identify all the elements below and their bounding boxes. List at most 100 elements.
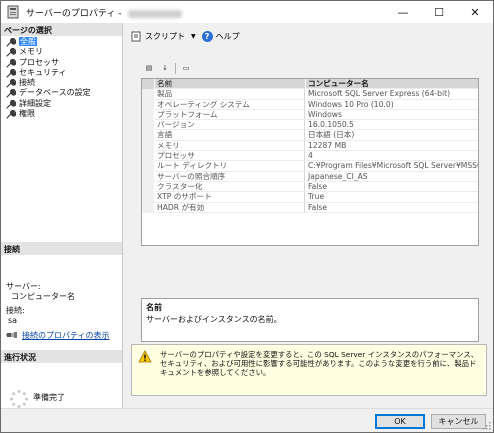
sidebar-page-item[interactable]: セキュリティ [5,68,121,78]
warning-text: サーバーのプロパティや設定を変更すると、この SQL Server インスタンス… [160,350,479,378]
property-row[interactable]: クラスター化 False [142,181,478,193]
row-gutter [142,161,154,172]
toolbar-separator [175,63,176,74]
help-button[interactable]: ヘルプ [216,31,240,42]
sidebar-page-item[interactable]: プロセッサ [5,58,121,68]
grid-header-row: 名前 コンピューター名 [142,79,478,90]
server-value: コンピューター名 [11,292,75,301]
property-row[interactable]: 言語 日本語 (日本) [142,130,478,141]
wrench-icon [6,58,16,68]
sidebar-page-label: データベースの設定 [19,88,91,98]
description-body: サーバーおよびインスタンスの名前。 [146,315,282,324]
property-name: XTP のサポート [155,192,305,203]
property-row[interactable]: ルート ディレクトリ C:¥Program Files¥Microsoft SQL… [142,161,479,172]
ok-button[interactable]: OK [375,414,425,429]
main-panel: スクリプト ▼ ? ヘルプ ▤ ↓ ▭ 名前 コンピューター名 製品 Micros… [123,23,493,408]
row-gutter [142,120,154,131]
maximize-button[interactable]: ☐ [421,1,457,23]
server-label: サーバー: [6,282,41,291]
redacted-server-name [128,9,183,18]
description-panel: 名前 サーバーおよびインスタンスの名前。 [141,298,479,342]
server-properties-dialog: サーバーのプロパティ - — ☐ ✕ ページの選択 全般 メモリ プロセッサ セキュリ… [0,0,494,433]
property-value: Microsoft SQL Server Express (64-bit) [306,89,478,100]
grid-toolbar: ▤ ↓ ▭ [143,63,192,74]
property-name: オペレーティング システム [155,99,305,110]
connection-label: 接続: [6,306,25,315]
connection-info: サーバー: コンピューター名 接続: sa [6,282,120,326]
row-gutter [142,140,154,152]
alphabetical-sort-icon[interactable]: ↓ [159,63,171,74]
property-row[interactable]: サーバーの照合順序 Japanese_CI_AS [142,171,478,182]
categorized-sort-icon[interactable]: ▤ [143,63,155,74]
header-name-cell[interactable]: 名前 [155,79,305,90]
progress-spinner-icon [10,390,28,408]
property-name: プロセッサ [155,151,305,162]
sidebar-page-item[interactable]: データベースの設定 [5,88,121,99]
property-row[interactable]: プラットフォーム Windows [142,109,478,121]
minimize-button[interactable]: — [385,1,421,23]
sidebar-page-label: 権限 [19,109,35,119]
sidebar-page-item[interactable]: 詳細設定 [5,99,121,109]
property-row[interactable]: プロセッサ 4 [142,151,478,162]
script-icon [131,31,141,41]
property-value: 日本語 (日本) [306,130,478,141]
sidebar-page-item[interactable]: 接続 [5,78,121,88]
window-title: サーバーのプロパティ - [26,6,183,19]
title-bar: サーバーのプロパティ - — ☐ ✕ [1,1,493,23]
resize-grip-icon[interactable] [483,422,491,430]
property-value: C:¥Program Files¥Microsoft SQL Server¥MS… [306,161,479,172]
property-value: 16.0.1050.5 [306,120,478,131]
property-value: Windows [306,110,478,121]
progress-header: 進行状況 [1,350,122,363]
sidebar-page-item[interactable]: 権限 [5,109,121,119]
property-name: ルート ディレクトリ [155,161,305,172]
warning-banner: サーバーのプロパティや設定を変更すると、この SQL Server インスタンス… [131,344,487,396]
script-button[interactable]: スクリプト [145,31,185,42]
script-dropdown-icon[interactable]: ▼ [191,33,196,40]
cancel-button[interactable]: キャンセル [431,414,486,429]
sidebar: ページの選択 全般 メモリ プロセッサ セキュリティ 接続 データベースの設定 詳細設定 権限… [1,23,123,408]
wrench-icon [6,89,16,99]
view-connection-properties-link[interactable]: 接続のプロパティの表示 [22,331,110,340]
row-gutter [142,130,154,141]
progress-status-text: 準備完了 [33,393,65,402]
property-row[interactable]: オペレーティング システム Windows 10 Pro (10.0) [142,99,478,110]
row-gutter [142,192,154,203]
sidebar-page-label: 接続 [19,78,35,88]
connection-value: sa [8,316,18,325]
wrench-icon [6,48,16,57]
property-value: 4 [306,151,478,162]
close-button[interactable]: ✕ [457,1,493,23]
sidebar-page-label: 全般 [19,37,37,46]
property-name: バージョン [155,120,305,131]
view-connection-properties[interactable]: 接続のプロパティの表示 [6,330,120,341]
sidebar-page-item[interactable]: メモリ [5,47,121,57]
row-gutter [142,151,154,162]
toolbar: スクリプト ▼ ? ヘルプ [131,29,240,43]
sidebar-page-label: プロセッサ [19,57,59,67]
property-value: False [306,203,478,213]
connection-header: 接続 [1,242,122,255]
help-icon: ? [201,30,213,42]
sidebar-page-item[interactable]: 全般 [5,37,121,47]
property-value: True [306,192,478,203]
header-value-cell[interactable]: コンピューター名 [306,79,478,90]
property-row[interactable]: XTP のサポート True [142,192,478,203]
row-gutter [142,109,154,121]
warning-icon [138,350,152,363]
property-row[interactable]: 製品 Microsoft SQL Server Express (64-bit) [142,89,478,100]
wrench-icon [6,79,16,88]
property-row[interactable]: バージョン 16.0.1050.5 [142,120,478,131]
property-row[interactable]: メモリ 12287 MB [142,140,478,152]
sidebar-page-label: メモリ [19,47,43,57]
wrench-icon [6,68,16,78]
property-name: 製品 [155,89,305,100]
row-gutter [142,89,154,100]
property-name: プラットフォーム [155,109,305,121]
sidebar-page-label: 詳細設定 [19,98,51,108]
property-pages-icon[interactable]: ▭ [180,63,192,74]
property-name: HADR が有効 [155,202,305,213]
property-row[interactable]: HADR が有効 False [142,202,478,213]
description-title: 名前 [146,303,162,312]
property-name: 言語 [155,130,305,141]
